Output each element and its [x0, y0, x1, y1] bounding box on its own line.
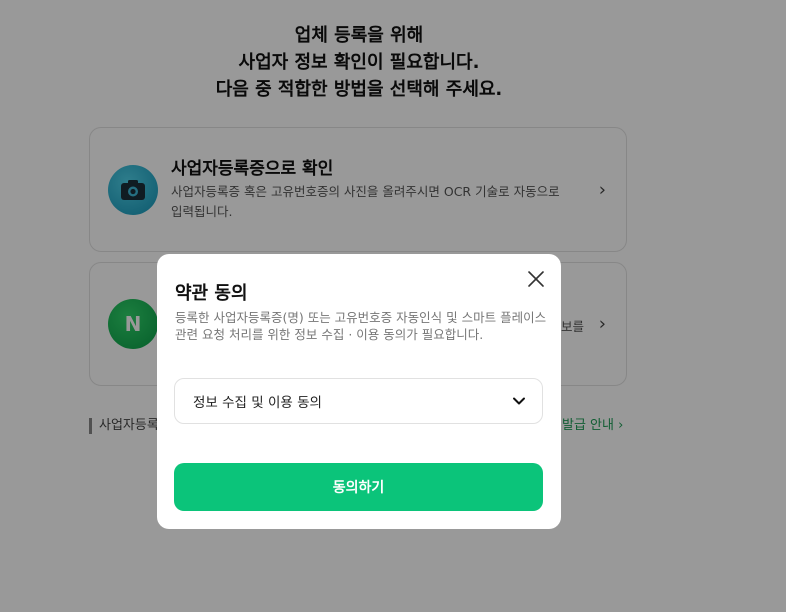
terms-agreement-modal: 약관 동의 등록한 사업자등록증(명) 또는 고유번호증 자동인식 및 스마트 … — [157, 254, 561, 529]
modal-title: 약관 동의 — [175, 283, 248, 304]
modal-description: 등록한 사업자등록증(명) 또는 고유번호증 자동인식 및 스마트 플레이스 관… — [175, 310, 547, 342]
consent-dropdown[interactable]: 정보 수집 및 이용 동의 — [174, 378, 543, 424]
agree-button[interactable]: 동의하기 — [174, 463, 543, 511]
chevron-down-icon — [513, 397, 525, 405]
close-icon[interactable] — [525, 268, 547, 290]
consent-dropdown-label: 정보 수집 및 이용 동의 — [193, 395, 322, 411]
